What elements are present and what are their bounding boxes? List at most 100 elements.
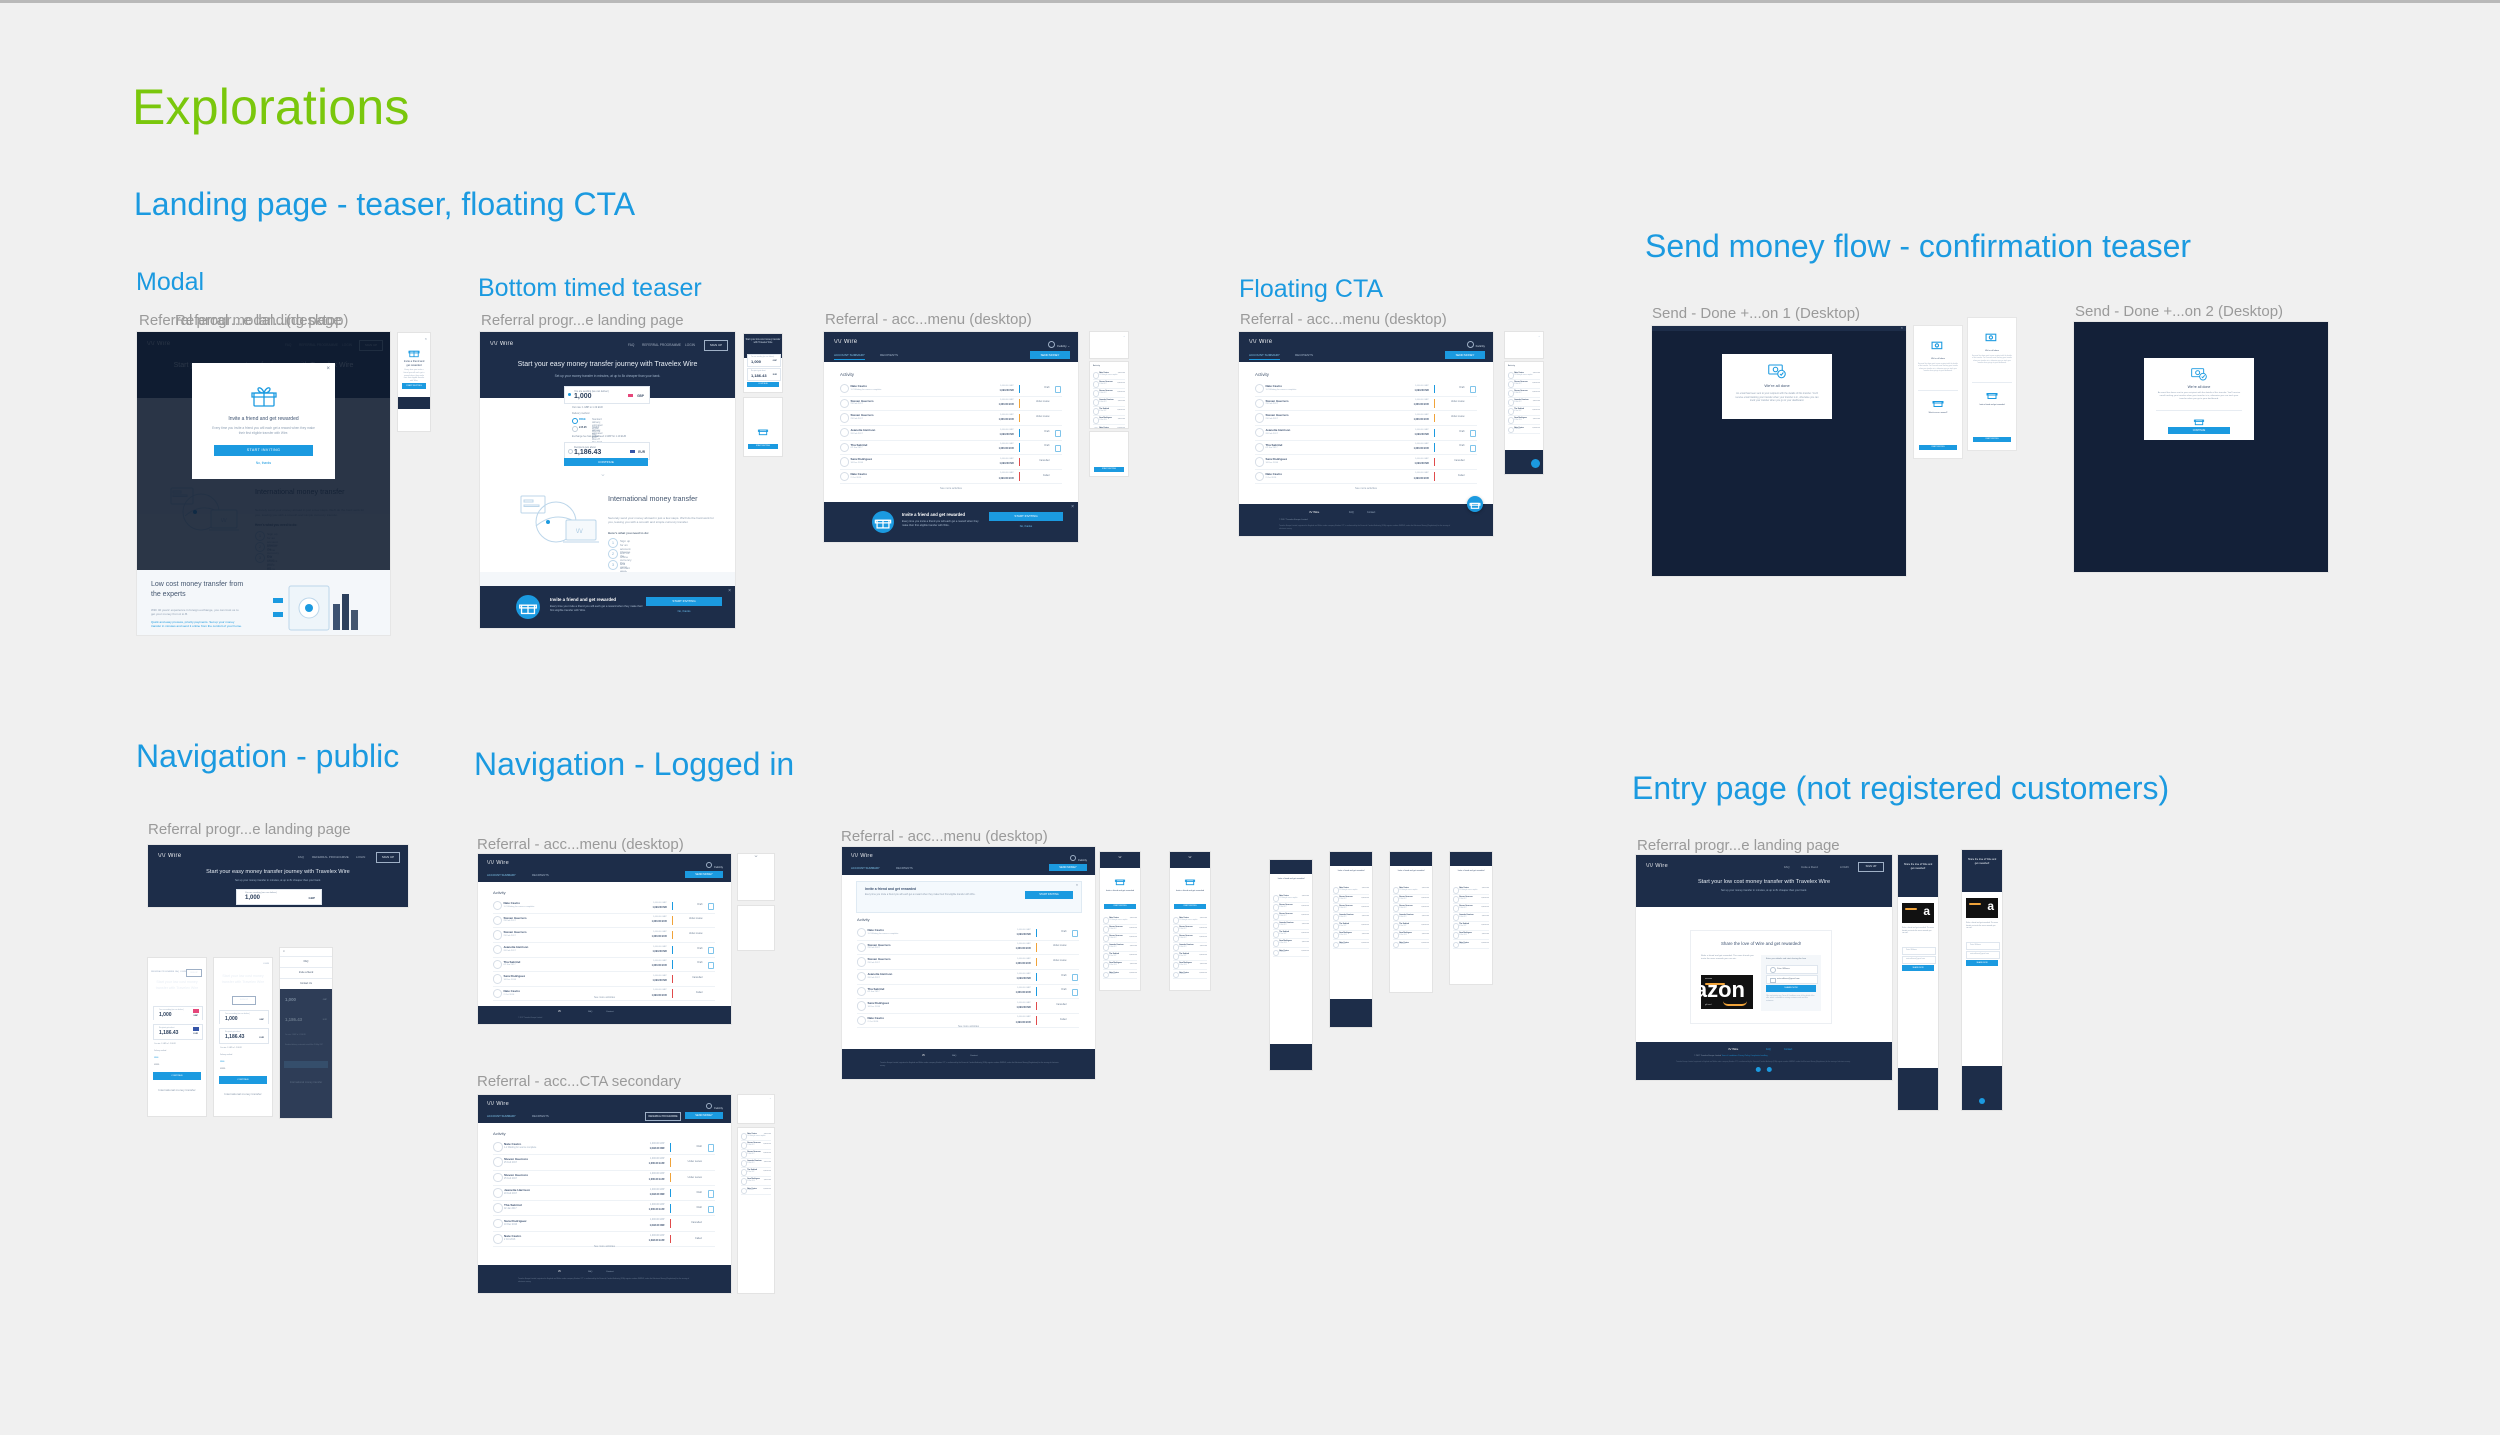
table-row[interactable]: Nate Castro2 Oct 20161,093.00 EUR bbox=[1333, 940, 1369, 950]
table-row[interactable]: Jeanette Harrison 20 Feb 2017 1,093.00 INR bbox=[1393, 913, 1429, 923]
close-icon[interactable]: × bbox=[728, 588, 731, 594]
delete-icon[interactable] bbox=[707, 1144, 714, 1152]
send-money-button[interactable]: SEND MONEY bbox=[1445, 351, 1485, 359]
table-row[interactable]: Jeanette Harrison 20 Feb 2017 1,000.00 GBP… bbox=[840, 426, 1062, 441]
send-done-modal[interactable]: We're all done An email has been sent to… bbox=[1722, 354, 1832, 419]
table-row[interactable]: Steven Guerrero 25 Feb 2017 1,000.00 EUR bbox=[1393, 895, 1429, 905]
table-row[interactable]: Sara Rodriguez 10 Dec 2016 1,093.00 INR bbox=[1273, 939, 1309, 949]
table-row[interactable]: Sara Rodriguez 10 Dec 2016 1,000.00 GBP 1,0… bbox=[840, 455, 1062, 470]
mock-floating-cta-mobile[interactable]: Activity Nate Castro 1-2 Waiting for sour… bbox=[1505, 362, 1543, 474]
send-money-button[interactable]: SEND MONEY bbox=[1030, 351, 1070, 359]
send-amount-card[interactable]: You are sending (we can deliver) 1,000 G… bbox=[747, 354, 781, 367]
table-row[interactable]: Nate Castro2 Oct 20161,093.00 EUR bbox=[1093, 425, 1125, 428]
table-row[interactable]: Sara Rodriguez 10 Dec 2016 1,093.00 INR bbox=[1393, 931, 1429, 941]
table-row[interactable]: Jeanette Harrison 20 Feb 2017 1,093.00 INR bbox=[741, 1159, 771, 1169]
mock-nav-logged-mobile-7[interactable]: Invite a friend and get rewarded Nate Ca… bbox=[1390, 852, 1432, 992]
delete-icon[interactable] bbox=[1054, 386, 1061, 394]
mock-teaser-mobile-1[interactable]: Start your low cost money transfer with … bbox=[744, 334, 782, 392]
start-inviting-button[interactable]: START INVITING bbox=[989, 512, 1063, 521]
tab-recipients[interactable]: RECIPIENTS bbox=[532, 873, 549, 877]
email-field[interactable]: nato.williams@gmail.com bbox=[1766, 975, 1818, 984]
see-more-link[interactable]: See more activities bbox=[842, 1025, 1095, 1028]
close-icon[interactable]: × bbox=[283, 949, 285, 953]
table-row[interactable]: Sara Rodriguez 10 Dec 2016 1,000.00 GBP 1,0… bbox=[857, 999, 1079, 1014]
share-form[interactable]: Enter your details and start sharing the… bbox=[1761, 955, 1821, 1011]
user-menu[interactable]: Felicity ⌄ bbox=[1048, 341, 1070, 348]
table-row[interactable]: Tha Sakrind 02 Jan 2017 1,000.00 GBP 1,000.… bbox=[493, 1201, 715, 1217]
table-row[interactable]: Nate Castro 1-2 Waiting for source comple… bbox=[1173, 916, 1207, 926]
close-icon[interactable]: × bbox=[326, 366, 330, 372]
bottom-teaser-bar[interactable]: × Invite a friend and get rewarded Every… bbox=[824, 502, 1078, 542]
table-row[interactable]: Steven Guerrero 25 Feb 2017 1,000.00 EUR bbox=[741, 1141, 771, 1151]
nav-link-login[interactable]: LOGIN bbox=[263, 963, 269, 965]
referral-modal[interactable]: × Invite a friend and get rewarded Every… bbox=[192, 363, 335, 479]
logo[interactable]: \/\/ Wire bbox=[490, 341, 513, 347]
table-row[interactable]: Jeanette Harrison 20 Feb 2017 1,093.00 INR bbox=[1173, 943, 1207, 953]
delete-icon[interactable] bbox=[1054, 430, 1061, 438]
tab-recipients[interactable]: RECIPIENTS bbox=[1295, 353, 1313, 357]
mock-cta-secondary-mobile[interactable]: Nate Castro 1-2 Waiting for source comple… bbox=[738, 1128, 774, 1293]
invite-friend-button[interactable]: REFERRAL PROGRAMME bbox=[645, 1112, 681, 1121]
nav-link-faq[interactable]: FAQ bbox=[1784, 865, 1790, 869]
delete-icon[interactable] bbox=[707, 903, 714, 911]
table-row[interactable]: Steven Guerrero 25 Feb 2017 1,000.00 EUR bbox=[1508, 380, 1540, 390]
table-row[interactable]: Steven Guerrero 25 Feb 2017 1,000.00 EUR bbox=[1508, 389, 1540, 399]
table-row[interactable]: Tha Sakrind 02 Jan 2017 1,000.00 EUR bbox=[1093, 407, 1125, 417]
table-row[interactable]: Jeanette Harrison 20 Feb 2017 1,093.00 INR bbox=[1103, 943, 1137, 953]
mock-floating-cta-mobile-top[interactable]: \/\/ ● bbox=[1505, 332, 1543, 358]
mock-send-done-2[interactable]: We're all done An email has been sent to… bbox=[2074, 322, 2328, 572]
mock-nav-logged-mobile-8[interactable]: Invite a friend and get rewarded Nate Ca… bbox=[1450, 852, 1492, 984]
user-menu[interactable]: ● bbox=[1539, 335, 1540, 338]
table-row[interactable]: Sara Rodriguez 10 Dec 2016 1,000.00 GBP 1,0… bbox=[493, 972, 715, 987]
delivery-option-fast[interactable]: £15.95 bbox=[154, 1064, 159, 1066]
table-row[interactable]: Steven Guerrero 25 Feb 2017 1,000.00 EUR bbox=[1093, 389, 1125, 399]
table-row[interactable]: Nate Castro 1-2 Waiting for source comple… bbox=[1333, 886, 1369, 896]
start-inviting-button[interactable]: START INVITING bbox=[1174, 904, 1206, 909]
receive-currency[interactable]: EUR bbox=[638, 450, 645, 454]
share-now-button[interactable]: SHARE NOW bbox=[1966, 960, 1998, 966]
mock-nav-logged-mobile-4[interactable]: \/\/ Invite a friend and get rewarded ST… bbox=[1170, 852, 1210, 990]
mock-entry-page-mobile-1[interactable]: Share the love of Wire and get rewarded!… bbox=[1898, 855, 1938, 1110]
table-row[interactable]: Nate Castro 1-2 Waiting for source comple… bbox=[493, 1140, 715, 1156]
footer-link-contact[interactable]: Contact bbox=[970, 1055, 978, 1057]
table-row[interactable]: Jeanette Harrison 20 Feb 2017 1,000.00 GBP… bbox=[493, 943, 715, 958]
no-thanks-link[interactable]: No, thanks bbox=[192, 461, 335, 465]
send-currency[interactable]: GBP bbox=[308, 896, 315, 900]
mock-nav-public-desktop[interactable]: \/\/ Wire FAQ REFERRAL PROGRAMME LOGIN S… bbox=[148, 845, 408, 907]
signup-button[interactable]: SIGN UP bbox=[704, 340, 728, 351]
mock-nav-logged-mobile-5[interactable]: Invite a friend and get rewarded Nate Ca… bbox=[1270, 860, 1312, 1070]
delete-icon[interactable] bbox=[1469, 386, 1476, 394]
delete-icon[interactable] bbox=[707, 1205, 714, 1214]
footer-link-contact[interactable]: Contact bbox=[1784, 1048, 1792, 1051]
start-inviting-button[interactable]: START INVITING bbox=[1094, 467, 1124, 472]
table-row[interactable]: Steven Guerrero 25 Feb 2017 1,000.00 GBP 1,… bbox=[493, 1171, 715, 1186]
floating-cta-button[interactable] bbox=[1979, 1098, 1985, 1104]
see-more-link[interactable]: See more activities bbox=[1239, 487, 1493, 490]
table-row[interactable]: Tha Sakrind 02 Jan 2017 1,000.00 GBP 1,000.… bbox=[840, 441, 1062, 456]
table-row[interactable]: Steven Guerrero 25 Feb 2017 1,000.00 GBP 1,… bbox=[840, 411, 1062, 426]
delete-icon[interactable] bbox=[1071, 974, 1078, 982]
start-inviting-button[interactable]: START INVITING bbox=[1025, 891, 1073, 899]
user-menu[interactable]: Felicity bbox=[706, 862, 723, 869]
mock-nav-logged-mobile-6[interactable]: Invite a friend and get rewarded Nate Ca… bbox=[1330, 852, 1372, 1027]
nav-link-login[interactable]: LOGIN bbox=[685, 343, 695, 347]
delete-icon[interactable] bbox=[1469, 444, 1476, 452]
continue-button[interactable]: CONTINUE bbox=[153, 1072, 201, 1080]
table-row[interactable]: Steven Guerrero 25 Feb 2017 1,000.00 EUR bbox=[1453, 904, 1489, 914]
mock-send-done-teaser-a[interactable]: We're all done An email has been sent to… bbox=[1914, 326, 1962, 458]
table-row[interactable]: Tha Sakrind 02 Jan 2017 1,000.00 GBP 1,000.… bbox=[1255, 441, 1477, 456]
table-row[interactable]: Nate Castro 2 Oct 2016 1,000.00 GBP 1,093.0… bbox=[1255, 470, 1477, 485]
table-row[interactable]: Jeanette Harrison 20 Feb 2017 1,093.00 INR bbox=[1093, 398, 1125, 408]
name-field[interactable]: Peter Williams bbox=[1966, 942, 2000, 950]
continue-button[interactable]: CONTINUE bbox=[219, 1076, 267, 1084]
nav-link-referral[interactable]: REFERRAL PROGRAMME bbox=[642, 343, 681, 347]
table-row[interactable]: Nate Castro 2 Oct 2016 1,000.00 GBP 1,093.0… bbox=[840, 470, 1062, 485]
table-row[interactable]: Tha Sakrind 02 Jan 2017 1,000.00 GBP 1,000.… bbox=[857, 985, 1079, 1000]
logo[interactable]: \/\/ bbox=[741, 1098, 743, 1100]
mock-account-mobile-list[interactable]: Activity Nate Castro 1-2 Waiting for sour… bbox=[1090, 362, 1128, 428]
table-row[interactable]: Nate Castro2 Oct 20161,093.00 EUR bbox=[1453, 940, 1489, 950]
table-row[interactable]: Steven Guerrero 25 Feb 2017 1,000.00 GBP 1,… bbox=[840, 397, 1062, 412]
table-row[interactable]: Steven Guerrero 25 Feb 2017 1,000.00 GBP 1,… bbox=[493, 914, 715, 929]
send-done-modal[interactable]: We're all done An email has been sent to… bbox=[2144, 358, 2254, 440]
mock-nav-public-mobile-2[interactable]: ☰ \/\/ Wire LOGIN Start your low cost mo… bbox=[214, 958, 272, 1116]
